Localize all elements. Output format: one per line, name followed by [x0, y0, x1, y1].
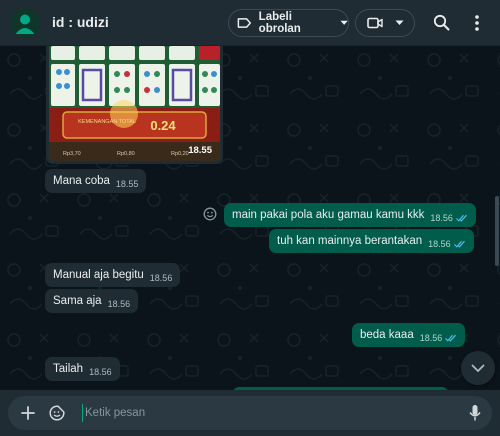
- message-input-box: [8, 396, 492, 430]
- video-chevron-down-icon: [395, 20, 404, 25]
- plus-icon[interactable]: [21, 406, 35, 420]
- message-time: 18.56: [428, 238, 451, 249]
- label-chat-button[interactable]: Labeli obrolan: [228, 9, 349, 37]
- image-message[interactable]: KEMENANGAN TOTAL 0.24 Rp3,70 Rp0,80 Rp0,…: [46, 46, 223, 164]
- read-ticks-icon: [453, 240, 466, 248]
- message-time: 18.56: [419, 332, 443, 343]
- composer: [0, 390, 500, 436]
- search-icon[interactable]: [433, 14, 450, 31]
- label-icon: [237, 18, 252, 28]
- chevron-down-icon: [471, 364, 485, 372]
- chevron-down-icon: [340, 20, 348, 25]
- message-time: 18.55: [115, 178, 139, 189]
- message-input[interactable]: [82, 404, 452, 422]
- avatar-icon: [15, 14, 35, 34]
- message-outgoing[interactable]: beda kaaa 18.56: [352, 323, 466, 347]
- stat-win: Rp0,20: [171, 151, 189, 157]
- message-text: tuh kan mainnya berantakan: [277, 235, 423, 247]
- message-time: 18.56: [430, 212, 453, 223]
- scrollbar[interactable]: [495, 196, 499, 266]
- message-text: Sama aja: [53, 295, 102, 307]
- label-chat-label: Labeli obrolan: [258, 11, 301, 35]
- message-outgoing[interactable]: tuh kan mainnya berantakan 18.56: [269, 229, 474, 253]
- microphone-icon[interactable]: [469, 404, 481, 422]
- game-screenshot-art: KEMENANGAN TOTAL 0.24 Rp3,70 Rp0,80 Rp0,…: [49, 46, 220, 161]
- stat-bet: Rp0,80: [117, 151, 135, 157]
- message-text: Manual aja begitu: [53, 269, 144, 281]
- message-text: main pakai pola aku gamau kamu kkk: [232, 209, 425, 221]
- message-text: Tailah: [53, 363, 84, 375]
- message-time: 18.55: [188, 145, 212, 156]
- message-incoming[interactable]: Sama aja 18.56: [45, 289, 139, 313]
- more-icon[interactable]: [474, 14, 480, 32]
- message-time: 18.56: [149, 272, 173, 283]
- sticker-icon[interactable]: [49, 405, 65, 421]
- video-call-button[interactable]: [355, 9, 415, 37]
- message-list[interactable]: KEMENANGAN TOTAL 0.24 Rp3,70 Rp0,80 Rp0,…: [0, 46, 500, 390]
- message-incoming[interactable]: Tailah 18.56: [45, 357, 120, 381]
- message-outgoing[interactable]: main pakai pola aku gamau kamu kkk 18.56: [224, 203, 476, 227]
- chat-title[interactable]: id : udizi: [52, 14, 109, 30]
- avatar[interactable]: [10, 8, 40, 38]
- message-text: beda kaaa: [360, 329, 414, 341]
- message-incoming[interactable]: Mana coba 18.55: [45, 169, 147, 193]
- emoji-reaction-icon[interactable]: [203, 207, 217, 221]
- message-time: 18.56: [89, 366, 112, 377]
- win-amount: 0.24: [150, 118, 176, 133]
- game-screenshot[interactable]: KEMENANGAN TOTAL 0.24 Rp3,70 Rp0,80 Rp0,…: [49, 46, 220, 161]
- video-icon: [367, 17, 383, 29]
- message-text: Mana coba: [53, 175, 110, 187]
- win-label: KEMENANGAN TOTAL: [78, 119, 136, 125]
- message-incoming[interactable]: Manual aja begitu 18.56: [45, 263, 181, 287]
- scroll-to-bottom-button[interactable]: [461, 351, 495, 385]
- stat-balance: Rp3,70: [63, 151, 81, 157]
- chat-header: id : udizi Labeli obrolan: [0, 0, 500, 46]
- read-ticks-icon: [456, 214, 468, 222]
- message-time: 18.56: [107, 298, 131, 309]
- read-ticks-icon: [445, 334, 457, 342]
